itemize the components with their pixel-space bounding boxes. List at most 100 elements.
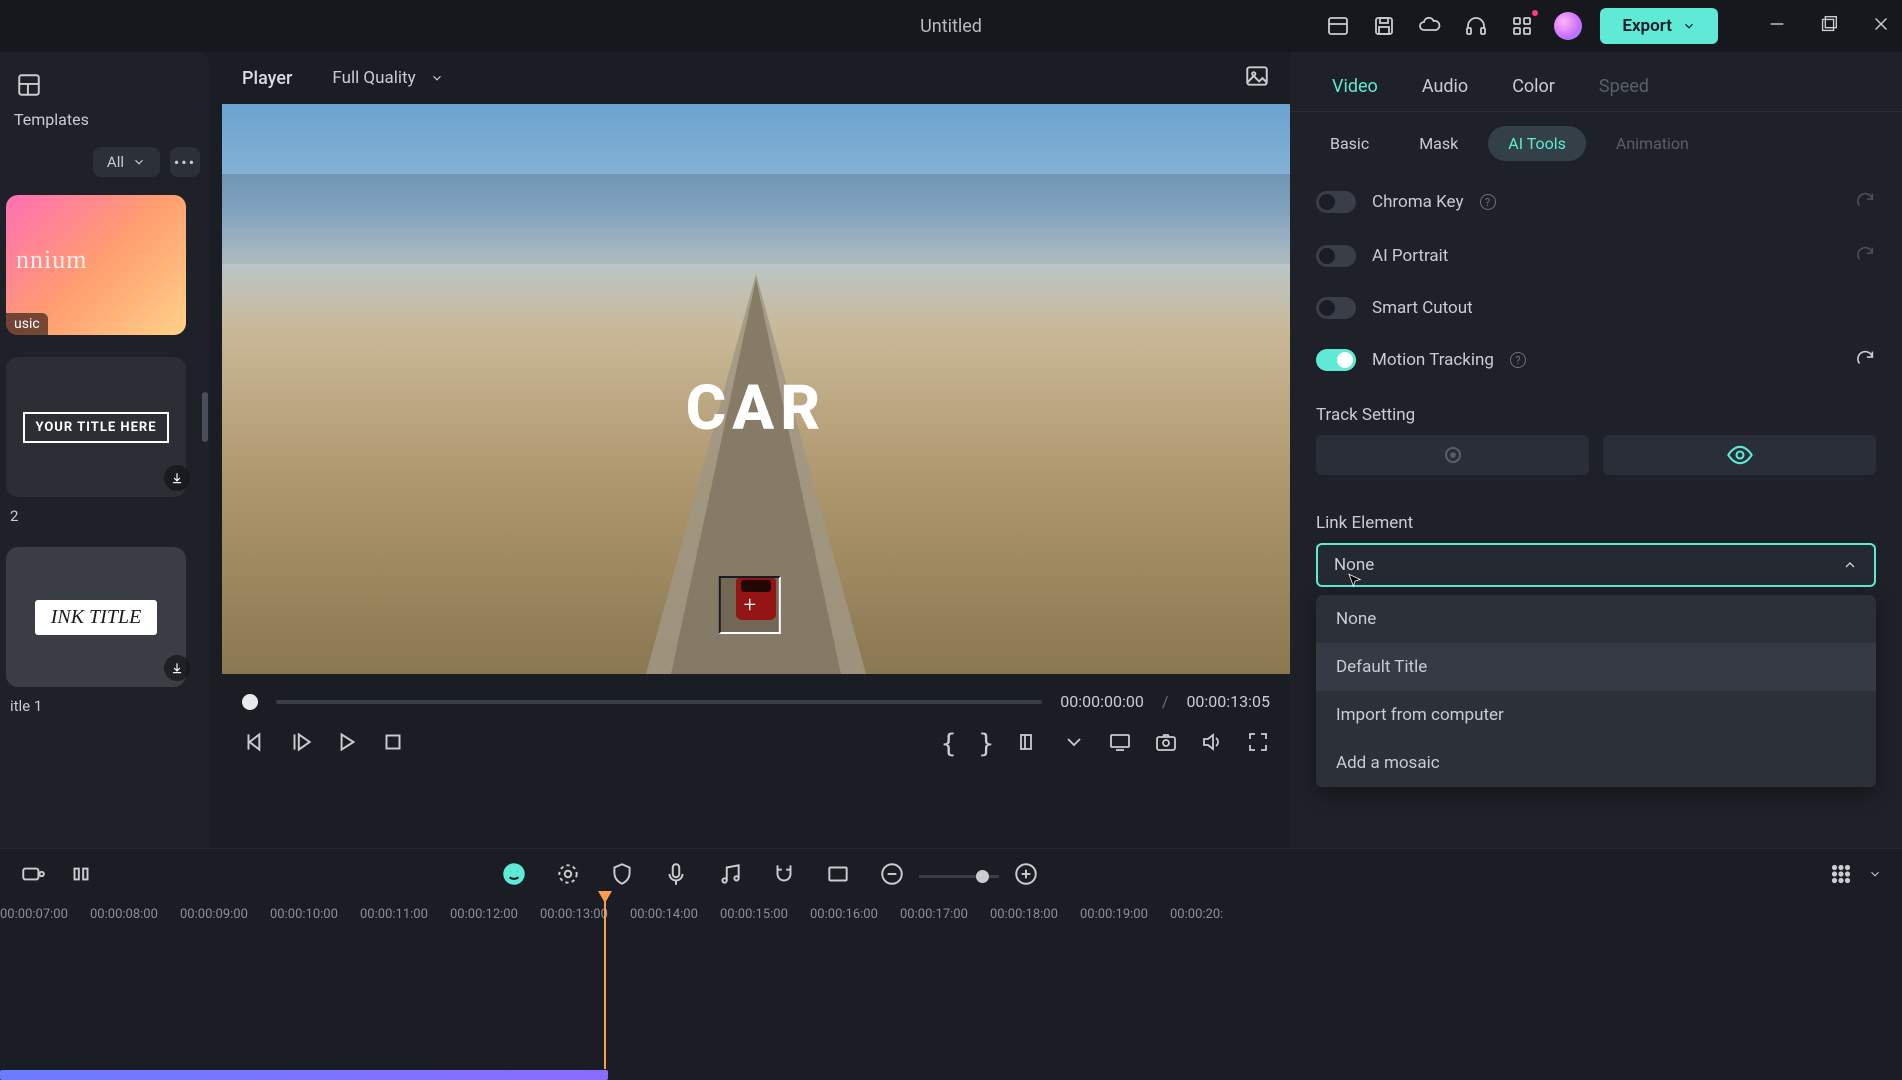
video-preview[interactable]: CAR	[222, 104, 1290, 674]
total-time: 00:00:13:05	[1186, 692, 1270, 711]
subtab-basic[interactable]: Basic	[1310, 126, 1389, 161]
download-icon[interactable]	[164, 465, 190, 491]
tab-audio[interactable]: Audio	[1400, 62, 1490, 111]
reset-icon[interactable]	[1854, 189, 1876, 215]
ruler-tick: 00:00:08:00	[90, 907, 180, 922]
export-button[interactable]: Export	[1600, 8, 1718, 44]
chroma-key-toggle[interactable]	[1316, 191, 1356, 213]
volume-icon[interactable]	[1200, 730, 1224, 758]
timeline-grid-icon[interactable]	[1828, 861, 1854, 891]
app-title: Untitled	[920, 16, 982, 37]
ruler-tick: 00:00:18:00	[990, 907, 1080, 922]
timeline-ruler[interactable]: 00:00:07:0000:00:08:0000:00:09:0000:00:1…	[0, 903, 1902, 922]
ruler-tick: 00:00:17:00	[900, 907, 990, 922]
templates-icon[interactable]	[10, 66, 48, 104]
close-button[interactable]	[1870, 13, 1892, 39]
zoom-in-button[interactable]	[1013, 861, 1039, 891]
ai-portrait-toggle[interactable]	[1316, 245, 1356, 267]
subtab-animation: Animation	[1596, 126, 1709, 161]
prev-frame-button[interactable]	[242, 729, 268, 759]
save-icon[interactable]	[1370, 12, 1398, 40]
template-card[interactable]: INK TITLE itle 1	[6, 547, 204, 715]
template-name: 2	[6, 497, 204, 525]
play-forward-button[interactable]	[334, 729, 360, 759]
timeline-shield-icon[interactable]	[609, 861, 635, 891]
tab-color[interactable]: Color	[1490, 62, 1577, 111]
dropdown-option-default-title[interactable]: Default Title	[1316, 643, 1876, 691]
apps-icon[interactable]	[1508, 12, 1536, 40]
help-icon[interactable]: ?	[1480, 194, 1496, 210]
template-card[interactable]: nnium usic	[6, 195, 204, 335]
more-options-button[interactable]: •••	[170, 147, 200, 177]
minimize-button[interactable]	[1766, 13, 1788, 39]
track-setting-target[interactable]	[1316, 435, 1589, 475]
player-label: Player	[242, 68, 292, 89]
snapshot-icon[interactable]	[1154, 730, 1178, 758]
ruler-tick: 00:00:09:00	[180, 907, 270, 922]
zoom-out-button[interactable]	[879, 861, 905, 891]
timeline-mic-icon[interactable]	[663, 861, 689, 891]
ruler-tick: 00:00:07:00	[0, 907, 90, 922]
maximize-button[interactable]	[1818, 13, 1840, 39]
current-time: 00:00:00:00	[1060, 692, 1144, 711]
tab-speed: Speed	[1577, 62, 1671, 111]
headphones-icon[interactable]	[1462, 12, 1490, 40]
track-setting-label: Track Setting	[1290, 387, 1902, 435]
timeline-marker-icon[interactable]	[68, 861, 94, 891]
smart-cutout-toggle[interactable]	[1316, 297, 1356, 319]
ruler-tick: 00:00:19:00	[1080, 907, 1170, 922]
ruler-tick: 00:00:16:00	[810, 907, 900, 922]
reset-icon[interactable]	[1854, 347, 1876, 373]
help-icon[interactable]: ?	[1510, 352, 1526, 368]
subtab-ai-tools[interactable]: AI Tools	[1488, 126, 1586, 161]
template-card[interactable]: YOUR TITLE HERE 2	[6, 357, 204, 525]
filter-dropdown[interactable]: All	[93, 147, 160, 177]
timeline-ai-icon[interactable]	[501, 861, 527, 891]
link-element-dropdown: None Default Title Import from computer …	[1316, 595, 1876, 787]
ruler-tick: 00:00:10:00	[270, 907, 360, 922]
mark-out-button[interactable]: }	[978, 729, 994, 759]
scrubber-handle[interactable]	[242, 694, 258, 710]
timeline-magnet-icon[interactable]	[771, 861, 797, 891]
stop-button[interactable]	[380, 729, 406, 759]
subtab-mask[interactable]: Mask	[1399, 126, 1478, 161]
motion-tracking-box[interactable]	[719, 576, 781, 634]
zoom-slider[interactable]	[919, 875, 999, 878]
cloud-icon[interactable]	[1416, 12, 1444, 40]
ruler-tick: 00:00:20:	[1170, 907, 1260, 922]
timeline-frame-icon[interactable]	[825, 861, 851, 891]
timeline-music-icon[interactable]	[717, 861, 743, 891]
templates-label: Templates	[10, 104, 200, 147]
reset-icon[interactable]	[1854, 243, 1876, 269]
ruler-tick: 00:00:12:00	[450, 907, 540, 922]
user-avatar[interactable]	[1554, 12, 1582, 40]
fullscreen-icon[interactable]	[1246, 730, 1270, 758]
link-element-label: Link Element	[1290, 495, 1902, 543]
layout-icon[interactable]	[1324, 12, 1352, 40]
scrubber-track[interactable]	[276, 700, 1042, 704]
timeline-clip[interactable]	[0, 1070, 608, 1080]
scrollbar-thumb[interactable]	[202, 392, 208, 442]
link-element-select[interactable]: None	[1316, 543, 1876, 587]
playhead[interactable]	[604, 899, 606, 1069]
image-icon[interactable]	[1244, 63, 1270, 93]
motion-tracking-label: Motion Tracking	[1372, 350, 1494, 370]
quality-dropdown[interactable]: Full Quality	[322, 62, 453, 94]
play-button[interactable]	[288, 729, 314, 759]
motion-tracking-toggle[interactable]	[1316, 349, 1356, 371]
mark-in-button[interactable]: {	[941, 729, 957, 759]
ai-portrait-label: AI Portrait	[1372, 246, 1448, 266]
track-setting-visibility[interactable]	[1603, 435, 1876, 475]
display-icon[interactable]	[1108, 730, 1132, 758]
dropdown-option-none[interactable]: None	[1316, 595, 1876, 643]
download-icon[interactable]	[164, 655, 190, 681]
chevron-down-icon[interactable]	[1062, 730, 1086, 758]
timeline-menu-caret-icon[interactable]	[1868, 861, 1882, 891]
timeline-effects-icon[interactable]	[555, 861, 581, 891]
ruler-tick: 00:00:14:00	[630, 907, 720, 922]
dropdown-option-mosaic[interactable]: Add a mosaic	[1316, 739, 1876, 787]
crop-icon[interactable]	[1016, 730, 1040, 758]
tab-video[interactable]: Video	[1310, 62, 1400, 111]
dropdown-option-import[interactable]: Import from computer	[1316, 691, 1876, 739]
timeline-record-icon[interactable]	[20, 861, 46, 891]
